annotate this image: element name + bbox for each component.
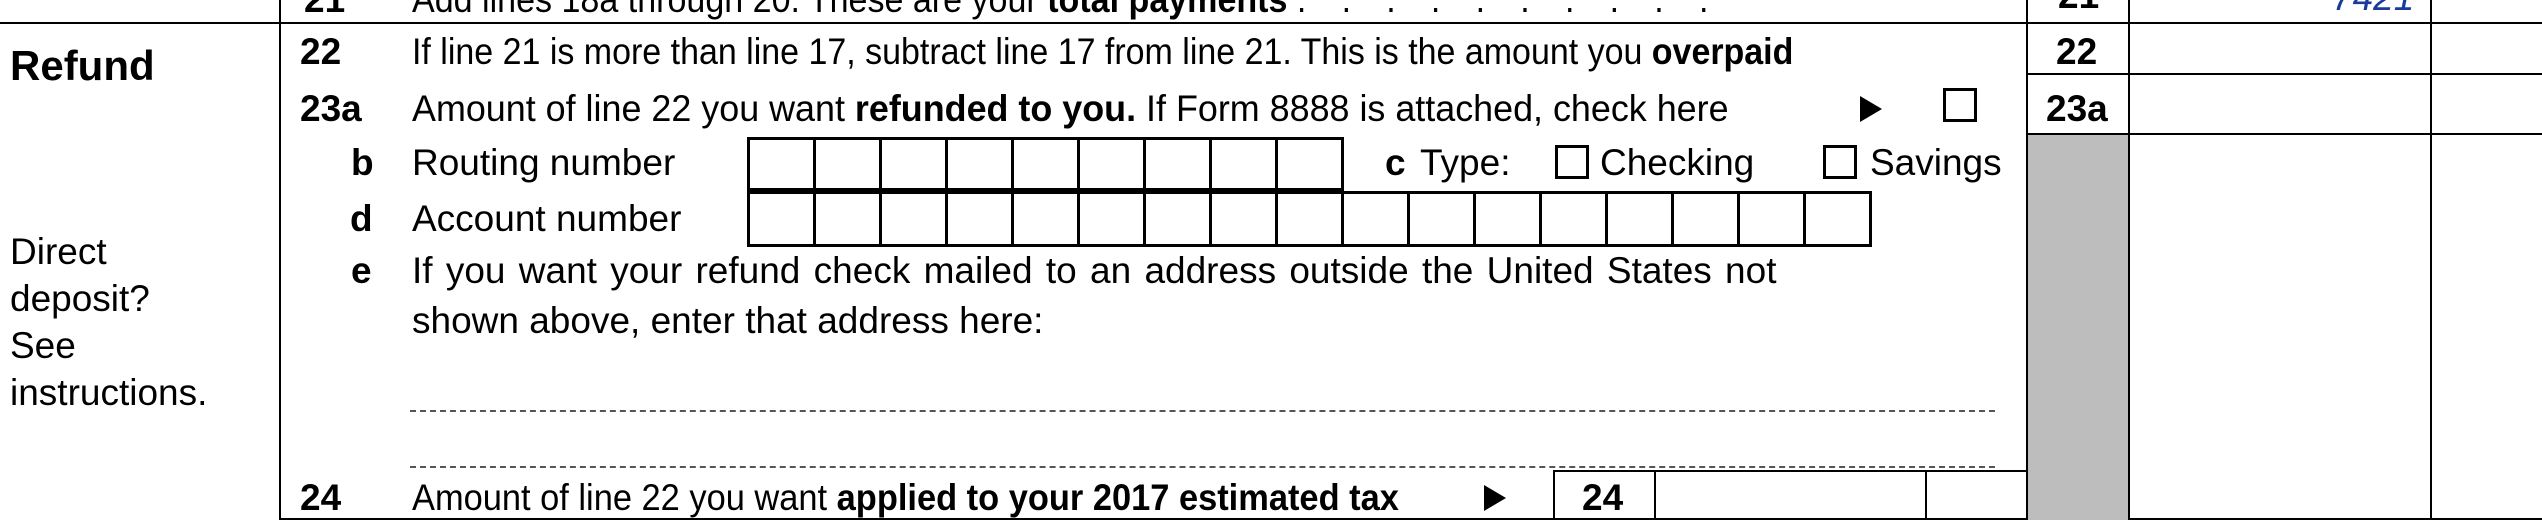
line21-text-bold: total payments [1047,0,1287,20]
account-digit-cell[interactable] [1740,194,1806,244]
account-digit-cell[interactable] [1608,194,1674,244]
line23a-box-number: 23a [2046,88,2108,129]
line22-text: If line 21 is more than line 17, subtrac… [412,30,1793,74]
line23a-text: Amount of line 22 you want refunded to y… [412,87,1729,131]
routing-digit-cell[interactable] [1212,140,1278,188]
line21-box-number: 21 [2058,0,2099,18]
line21-text: Add lines 18a through 20. These are your… [412,0,1721,22]
cents-column-divider [2430,0,2432,520]
routing-digit-cell[interactable] [816,140,882,188]
line21-amount: 7421 [2332,0,2414,20]
account-number-field[interactable] [747,191,1872,247]
routing-digit-cell[interactable] [750,140,816,188]
account-digit-cell[interactable] [1278,194,1344,244]
line21-dots: . . . . . . . . . . [1297,0,1721,20]
line23e-text-line1: If you want your refund check mailed to … [412,250,1777,291]
routing-digit-cell[interactable] [1014,140,1080,188]
routing-number-field[interactable] [747,137,1344,191]
side-note-line-3: See [10,325,76,366]
line23e-text-line2: shown above, enter that address here: [412,300,1044,341]
line23d-letter: d [350,198,373,239]
account-digit-cell[interactable] [1542,194,1608,244]
line22-box-number: 22 [2056,31,2098,72]
address-line-2[interactable] [410,466,1995,468]
form-8888-checkbox[interactable] [1943,88,1977,122]
line24-box-number: 24 [1582,477,1624,518]
side-note-line-1: Direct [10,231,107,272]
account-digit-cell[interactable] [882,194,948,244]
checking-label: Checking [1600,142,1755,183]
side-note-line-2: deposit? [10,278,150,319]
line23a-amount-field[interactable] [2130,75,2430,133]
account-digit-cell[interactable] [1080,194,1146,244]
line24-text-plain: Amount of line 22 you want [412,477,837,518]
account-digit-cell[interactable] [1476,194,1542,244]
shaded-area [2028,135,2128,520]
account-digit-cell[interactable] [1146,194,1212,244]
side-note-line-4: instructions. [10,372,208,413]
account-digit-cell[interactable] [750,194,816,244]
account-digit-cell[interactable] [816,194,882,244]
line23d-label: Account number [412,198,682,239]
left-column-divider [279,0,281,520]
arrow-right-icon [1484,485,1506,511]
account-digit-cell[interactable] [1344,194,1410,244]
account-digit-cell[interactable] [1014,194,1080,244]
arrow-right-icon [1860,96,1882,122]
direct-deposit-note: Direct deposit? See instructions. [10,228,207,416]
account-digit-cell[interactable] [1806,194,1872,244]
line23a-text-plain: Amount of line 22 you want [412,88,855,129]
account-digit-cell[interactable] [1410,194,1476,244]
account-digit-cell[interactable] [948,194,1014,244]
line24-text: Amount of line 22 you want applied to yo… [412,476,1399,520]
line23a-text-bold: refunded to you. [854,88,1137,129]
line23a-number: 23a [300,88,362,129]
line22-amount-field[interactable] [2130,24,2430,73]
checking-checkbox[interactable] [1555,145,1589,179]
line23c-letter: c [1385,142,1406,183]
account-digit-cell[interactable] [1212,194,1278,244]
line22-text-plain: If line 21 is more than line 17, subtrac… [412,31,1652,72]
line24-box-left [1553,470,1555,520]
routing-digit-cell[interactable] [1080,140,1146,188]
savings-label: Savings [1870,142,2002,183]
routing-digit-cell[interactable] [1278,140,1344,188]
line24-text-bold: applied to your 2017 estimated tax [836,477,1399,518]
line24-amount-field[interactable] [1656,472,1924,518]
line21-number: 21 [304,0,345,22]
savings-checkbox[interactable] [1823,145,1857,179]
line23b-letter: b [351,142,374,183]
line23e-letter: e [351,250,372,291]
routing-digit-cell[interactable] [882,140,948,188]
line23c-label: Type: [1420,142,1511,183]
line21-text-plain: Add lines 18a through 20. These are your [412,0,1047,20]
line22-text-bold: overpaid [1651,31,1794,72]
section-title-refund: Refund [10,42,155,89]
line23b-label: Routing number [412,142,676,183]
routing-digit-cell[interactable] [948,140,1014,188]
address-line-1[interactable] [410,410,1995,412]
line23a-text-after: If Form 8888 is attached, check here [1136,88,1729,129]
routing-digit-cell[interactable] [1146,140,1212,188]
line24-cents-divider [1925,470,1927,520]
line22-number: 22 [300,31,342,72]
account-digit-cell[interactable] [1674,194,1740,244]
line24-number: 24 [300,477,342,518]
